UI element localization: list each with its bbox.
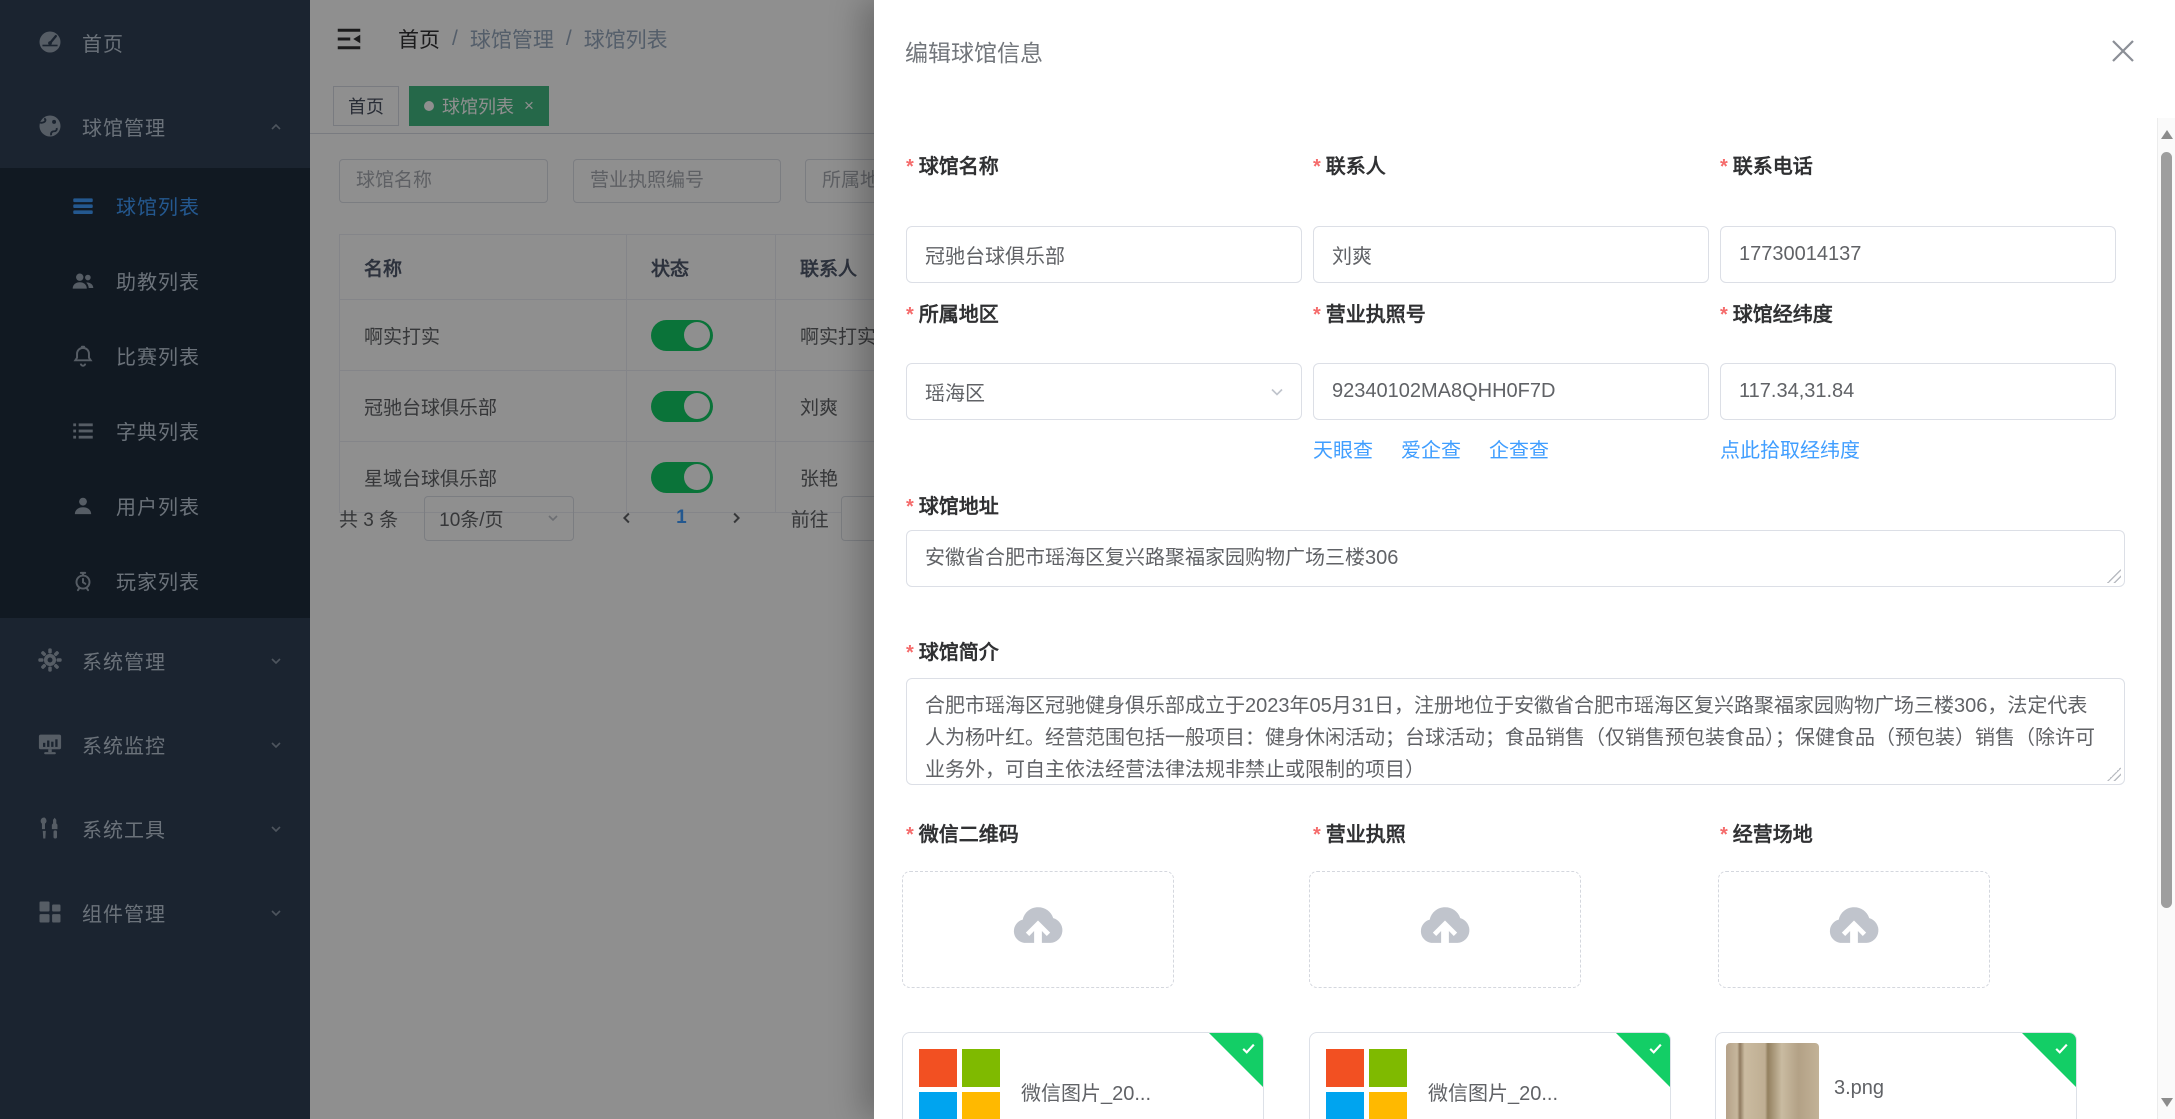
required-mark: * xyxy=(906,642,914,664)
required-mark: * xyxy=(906,156,914,178)
close-icon[interactable] xyxy=(2108,36,2138,66)
latlng-pick-row: 点此拾取经纬度 xyxy=(1720,434,1860,463)
file-name: 3.png xyxy=(1834,1077,1884,1100)
scroll-down-arrow[interactable] xyxy=(2161,1098,2173,1107)
field-label-contact: *联系人 xyxy=(1313,150,1386,179)
required-mark: * xyxy=(906,824,914,846)
qichacha-link[interactable]: 企查查 xyxy=(1489,434,1549,463)
field-label-venue-name: *球馆名称 xyxy=(906,150,999,179)
venue-name-input[interactable] xyxy=(906,226,1302,283)
field-label-premises: *经营场地 xyxy=(1720,818,1813,847)
uploaded-file-card[interactable]: 3.png xyxy=(1715,1032,2077,1119)
field-label-wechat-qr: *微信二维码 xyxy=(906,818,1019,847)
field-label-latlng: *球馆经纬度 xyxy=(1720,298,1833,327)
check-icon xyxy=(1240,1040,1257,1057)
region-select-value: 瑶海区 xyxy=(925,377,985,406)
file-thumbnail xyxy=(913,1043,1006,1119)
drawer-scrollbar xyxy=(2157,118,2175,1119)
wood-photo-image xyxy=(1726,1043,1819,1119)
field-label-business-license: *营业执照 xyxy=(1313,818,1406,847)
resize-handle-icon[interactable] xyxy=(2107,569,2121,583)
file-thumbnail xyxy=(1320,1043,1413,1119)
required-mark: * xyxy=(906,496,914,518)
resize-handle-icon[interactable] xyxy=(2107,767,2121,781)
required-mark: * xyxy=(1313,304,1321,326)
cloud-upload-icon xyxy=(1823,899,1885,961)
required-mark: * xyxy=(1720,304,1728,326)
four-square-logo-image xyxy=(1326,1049,1407,1119)
license-no-input[interactable] xyxy=(1313,363,1709,420)
pick-latlng-link[interactable]: 点此拾取经纬度 xyxy=(1720,434,1860,463)
wechat-qr-upload-dropzone[interactable] xyxy=(902,871,1174,988)
field-label-address: *球馆地址 xyxy=(906,490,999,519)
cloud-upload-icon xyxy=(1007,899,1069,961)
aiqicha-link[interactable]: 爱企查 xyxy=(1401,434,1461,463)
check-icon xyxy=(1647,1040,1664,1057)
required-mark: * xyxy=(1720,156,1728,178)
required-mark: * xyxy=(1313,824,1321,846)
drawer-title: 编辑球馆信息 xyxy=(905,34,1043,68)
field-label-phone: *联系电话 xyxy=(1720,150,1813,179)
edit-venue-drawer: 编辑球馆信息 *球馆名称 *联系人 *联系电话 *所属地区 *营业执照号 *球馆… xyxy=(874,0,2175,1119)
region-select[interactable]: 瑶海区 xyxy=(906,363,1302,420)
required-mark: * xyxy=(1720,824,1728,846)
latlng-input[interactable] xyxy=(1720,363,2116,420)
scrollbar-thumb[interactable] xyxy=(2161,152,2172,908)
cloud-upload-icon xyxy=(1414,899,1476,961)
field-label-license: *营业执照号 xyxy=(1313,298,1426,327)
scroll-up-arrow[interactable] xyxy=(2161,130,2173,139)
check-icon xyxy=(2053,1040,2070,1057)
premises-upload-dropzone[interactable] xyxy=(1718,871,1990,988)
chevron-down-icon xyxy=(1267,382,1287,402)
file-name: 微信图片_20... xyxy=(1428,1077,1558,1106)
business-license-upload-dropzone[interactable] xyxy=(1309,871,1581,988)
required-mark: * xyxy=(1313,156,1321,178)
app-root: 首页 球馆管理 球馆列表 助教列表 xyxy=(0,0,2175,1119)
address-textarea[interactable]: 安徽省合肥市瑶海区复兴路聚福家园购物广场三楼306 xyxy=(906,530,2125,587)
four-square-logo-image xyxy=(919,1049,1000,1119)
required-mark: * xyxy=(906,304,914,326)
uploaded-file-card[interactable]: 微信图片_20... xyxy=(902,1032,1264,1119)
phone-input[interactable] xyxy=(1720,226,2116,283)
intro-textarea[interactable]: 合肥市瑶海区冠驰健身俱乐部成立于2023年05月31日，注册地位于安徽省合肥市瑶… xyxy=(906,678,2125,785)
tianyancha-link[interactable]: 天眼查 xyxy=(1313,434,1373,463)
contact-input[interactable] xyxy=(1313,226,1709,283)
field-label-region: *所属地区 xyxy=(906,298,999,327)
license-lookup-links: 天眼查 爱企查 企查查 xyxy=(1313,434,1549,463)
file-name: 微信图片_20... xyxy=(1021,1077,1151,1106)
uploaded-file-card[interactable]: 微信图片_20... xyxy=(1309,1032,1671,1119)
field-label-intro: *球馆简介 xyxy=(906,636,999,665)
file-thumbnail xyxy=(1726,1043,1819,1119)
